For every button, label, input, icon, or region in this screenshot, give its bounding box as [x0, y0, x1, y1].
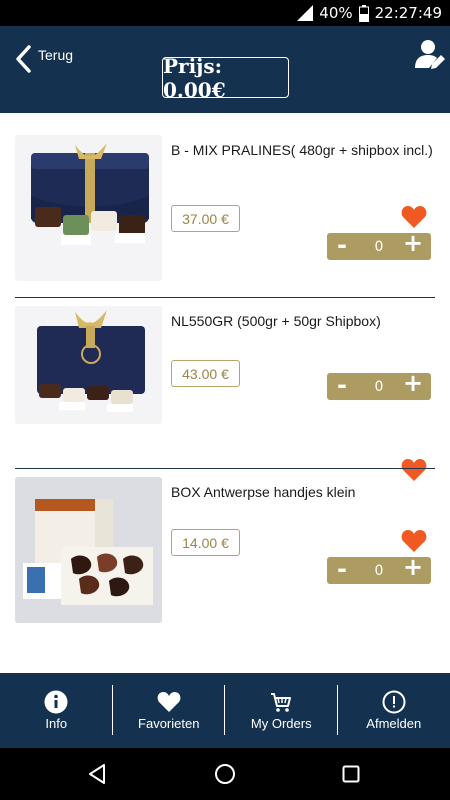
tab-divider — [224, 685, 225, 735]
product-name: NL550GR (500gr + 50gr Shipbox) — [171, 313, 381, 329]
tab-afmelden[interactable]: Afmelden — [338, 673, 450, 748]
bottom-tab-bar: Info Favorieten My Orders Afmelden — [0, 673, 450, 748]
app-header: Terug Prijs: 0.00€ — [0, 26, 450, 113]
tab-divider — [112, 685, 113, 735]
product-image — [15, 135, 162, 281]
quantity-value: 0 — [374, 239, 384, 255]
tab-info[interactable]: Info — [0, 673, 113, 748]
product-name: B - MIX PRALINES( 480gr + shipbox incl.) — [171, 142, 433, 158]
back-triangle-icon[interactable] — [88, 764, 108, 784]
tab-my-orders[interactable]: My Orders — [225, 673, 338, 748]
user-edit-icon[interactable] — [414, 38, 446, 72]
system-nav-bar — [0, 748, 450, 800]
recents-square-icon[interactable] — [342, 765, 360, 783]
product-list[interactable]: B - MIX PRALINES( 480gr + shipbox incl.)… — [0, 113, 450, 673]
tab-label: Favorieten — [138, 716, 200, 731]
favorite-heart-icon[interactable] — [401, 529, 427, 553]
quantity-value: 0 — [374, 379, 384, 395]
battery-icon — [358, 4, 369, 22]
product-item[interactable]: BOX Antwerpse handjes klein 14.00 € - 0 … — [0, 469, 450, 639]
cart-icon — [271, 693, 292, 712]
tab-label: Info — [45, 716, 68, 731]
power-icon — [382, 690, 406, 714]
clock: 22:27:49 — [374, 4, 442, 22]
decrease-button[interactable]: - — [337, 233, 347, 257]
status-bar: 40% 22:27:49 — [0, 0, 450, 26]
product-item[interactable]: B - MIX PRALINES( 480gr + shipbox incl.)… — [0, 113, 450, 298]
info-icon — [44, 690, 68, 714]
quantity-value: 0 — [374, 563, 384, 579]
decrease-button[interactable]: - — [337, 557, 347, 581]
product-image — [15, 306, 162, 424]
tab-label: My Orders — [250, 716, 312, 731]
product-name: BOX Antwerpse handjes klein — [171, 484, 356, 500]
back-label: Terug — [38, 47, 74, 63]
favorite-heart-icon[interactable] — [401, 205, 427, 229]
tab-favorieten[interactable]: Favorieten — [113, 673, 226, 748]
chevron-left-icon — [16, 45, 31, 73]
quantity-stepper[interactable]: - 0 + — [327, 370, 431, 400]
total-price: Prijs: 0.00€ — [162, 54, 289, 102]
quantity-stepper[interactable]: - 0 + — [327, 554, 431, 584]
increase-button[interactable]: + — [403, 554, 423, 581]
home-circle-icon[interactable] — [214, 763, 236, 785]
decrease-button[interactable]: - — [337, 373, 347, 397]
increase-button[interactable]: + — [403, 370, 423, 397]
product-item[interactable]: NL550GR (500gr + 50gr Shipbox) 43.00 € -… — [0, 298, 450, 481]
tab-label: Afmelden — [366, 716, 422, 731]
product-price: 37.00 € — [171, 205, 240, 232]
product-price: 14.00 € — [171, 529, 240, 556]
heart-icon — [157, 692, 181, 712]
product-image — [15, 477, 162, 623]
back-button[interactable]: Terug — [14, 44, 73, 74]
quantity-stepper[interactable]: - 0 + — [327, 230, 431, 260]
battery-percent: 40% — [319, 4, 353, 22]
tab-divider — [337, 685, 338, 735]
signal-icon — [297, 5, 314, 21]
product-price: 43.00 € — [171, 360, 240, 387]
increase-button[interactable]: + — [403, 230, 423, 257]
